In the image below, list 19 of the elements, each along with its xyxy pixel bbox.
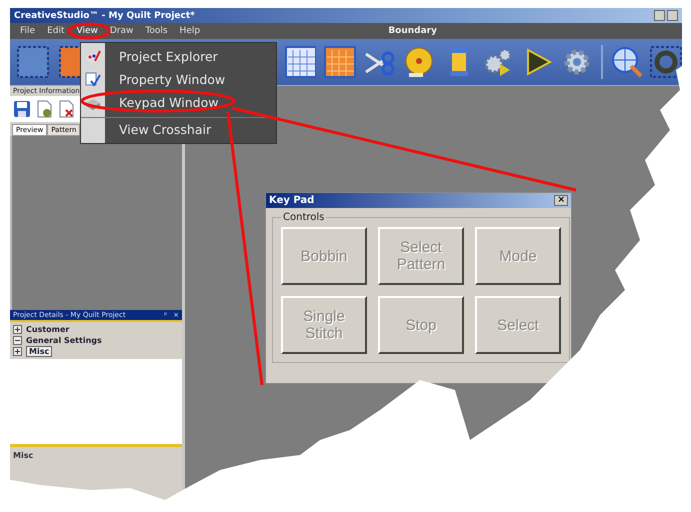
menu-item[interactable]: Edit bbox=[41, 26, 70, 36]
group-label: Controls bbox=[282, 212, 326, 223]
menu-item[interactable]: View bbox=[70, 26, 104, 36]
window-title: Key Pad bbox=[269, 195, 314, 206]
menu-item[interactable]: Help bbox=[174, 26, 206, 36]
tree-item[interactable]: General Settings bbox=[26, 336, 102, 345]
menu-item[interactable]: Property Window bbox=[105, 72, 226, 87]
menu-item[interactable]: Tools bbox=[139, 26, 174, 36]
menu-item[interactable]: Keypad Window bbox=[105, 95, 218, 110]
window-title: CreativeStudio™ - My Quilt Project* bbox=[14, 10, 196, 20]
close-button[interactable]: × bbox=[554, 195, 568, 206]
tree-item[interactable]: Customer bbox=[26, 325, 70, 334]
tree-item[interactable]: Misc bbox=[26, 346, 52, 357]
description-text: Misc bbox=[13, 451, 34, 460]
toolbar-caption: Boundary bbox=[388, 26, 437, 36]
menu-item[interactable]: File bbox=[14, 26, 42, 36]
menu-item[interactable]: Draw bbox=[104, 26, 140, 36]
menu-item[interactable]: View Crosshair bbox=[105, 122, 212, 137]
menu-item[interactable]: Project Explorer bbox=[105, 49, 218, 64]
